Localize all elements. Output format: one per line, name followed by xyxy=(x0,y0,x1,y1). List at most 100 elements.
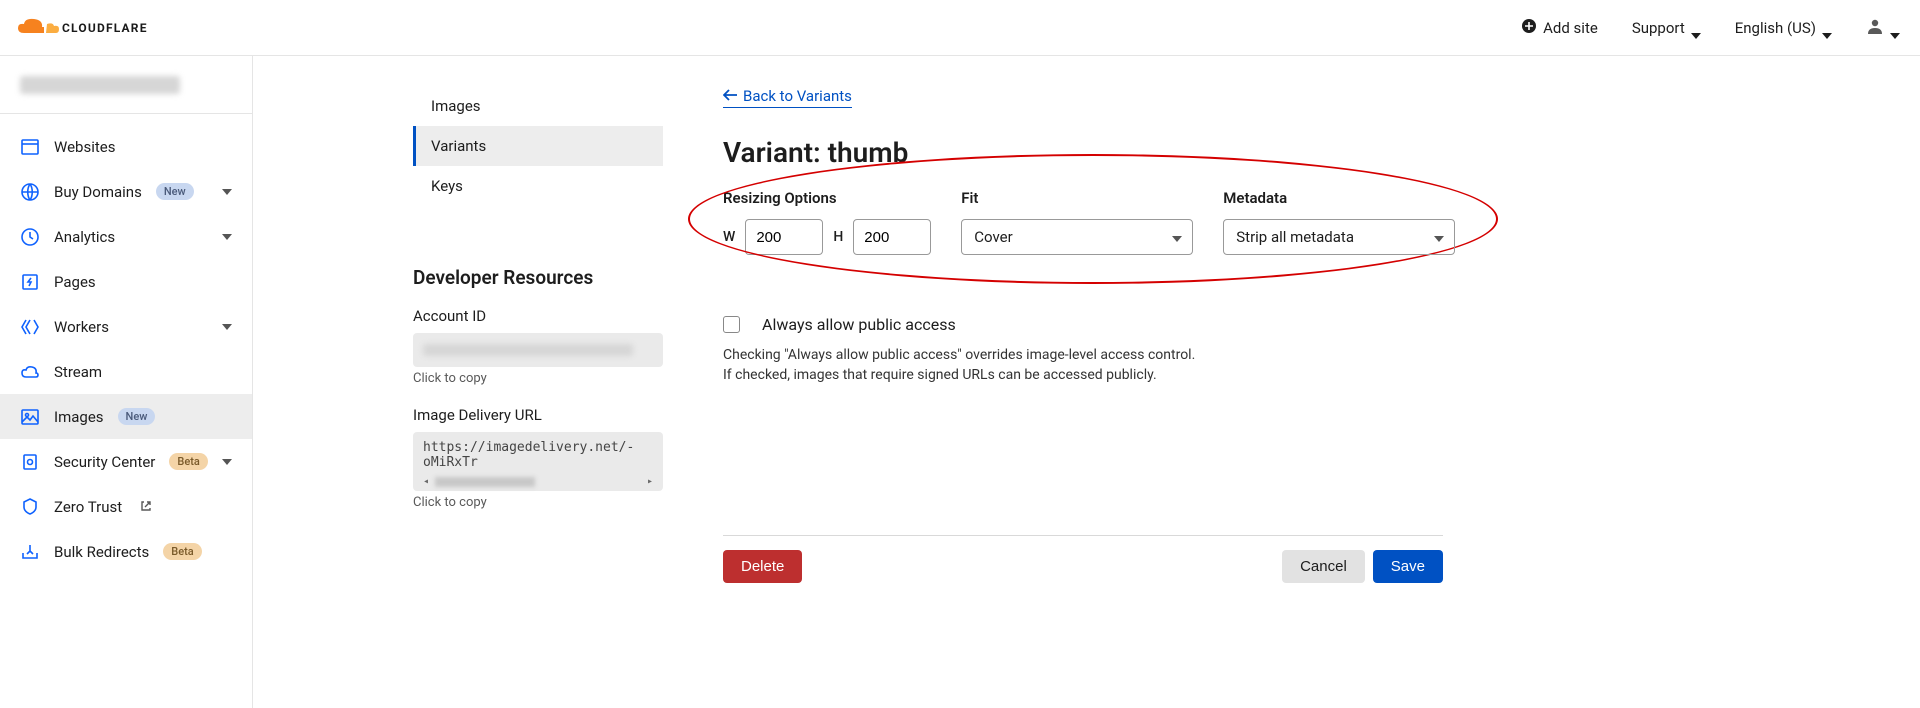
fit-select[interactable]: Cover xyxy=(961,219,1193,255)
url-redacted xyxy=(435,477,535,487)
delete-label: Delete xyxy=(741,558,784,575)
sidebar-item-images[interactable]: Images New xyxy=(0,394,252,439)
browser-icon xyxy=(20,137,40,157)
language-label: English (US) xyxy=(1735,19,1816,37)
user-icon xyxy=(1866,17,1884,39)
sidebar-item-zero-trust[interactable]: Zero Trust xyxy=(0,484,252,529)
scroll-left-icon: ◂ xyxy=(423,476,429,487)
metadata-select[interactable]: Strip all metadata xyxy=(1223,219,1455,255)
metadata-label: Metadata xyxy=(1223,189,1455,207)
cloudflare-cloud-icon xyxy=(16,17,60,39)
add-site-label: Add site xyxy=(1543,19,1598,37)
chevron-down-icon xyxy=(1172,228,1182,246)
cancel-button[interactable]: Cancel xyxy=(1282,550,1365,583)
topbar: CLOUDFLARE Add site Support English (US) xyxy=(0,0,1920,56)
image-delivery-url-text: https://imagedelivery.net/-oMiRxTr xyxy=(423,440,653,470)
back-to-variants-link[interactable]: Back to Variants xyxy=(723,87,852,108)
subnav-item-keys[interactable]: Keys xyxy=(413,166,663,206)
sidebar-item-label: Websites xyxy=(54,138,115,156)
cancel-label: Cancel xyxy=(1300,558,1347,575)
redirect-icon xyxy=(20,542,40,562)
sidebar: Websites Buy Domains New Analytics xyxy=(0,56,253,708)
sidebar-item-websites[interactable]: Websites xyxy=(0,124,252,169)
sidebar-item-label: Images xyxy=(54,408,104,426)
sidebar-item-workers[interactable]: Workers xyxy=(0,304,252,349)
bolt-icon xyxy=(20,272,40,292)
scroll-right-icon: ▸ xyxy=(647,476,653,487)
account-email-redacted xyxy=(20,76,180,94)
click-to-copy-hint: Click to copy xyxy=(413,495,663,510)
public-access-label: Always allow public access xyxy=(762,315,956,334)
chevron-down-icon xyxy=(1691,25,1701,31)
resizing-options-label: Resizing Options xyxy=(723,189,931,207)
workers-icon xyxy=(20,317,40,337)
sidebar-item-bulk-redirects[interactable]: Bulk Redirects Beta xyxy=(0,529,252,574)
arrow-left-icon xyxy=(723,87,737,105)
subnav-item-variants[interactable]: Variants xyxy=(413,126,663,166)
new-badge: New xyxy=(118,408,156,425)
shield-icon xyxy=(20,452,40,472)
sidebar-item-analytics[interactable]: Analytics xyxy=(0,214,252,259)
public-access-checkbox[interactable] xyxy=(723,316,740,333)
sidebar-item-security-center[interactable]: Security Center Beta xyxy=(0,439,252,484)
subnav-item-label: Keys xyxy=(431,177,463,195)
delete-button[interactable]: Delete xyxy=(723,550,802,583)
click-to-copy-hint: Click to copy xyxy=(413,371,663,386)
fit-select-value: Cover xyxy=(974,228,1012,246)
support-menu[interactable]: Support xyxy=(1632,19,1701,37)
beta-badge: Beta xyxy=(169,453,207,470)
sidebar-item-pages[interactable]: Pages xyxy=(0,259,252,304)
beta-badge: Beta xyxy=(163,543,201,560)
language-menu[interactable]: English (US) xyxy=(1735,19,1832,37)
dev-resources-heading: Developer Resources xyxy=(413,266,663,289)
account-id-redacted xyxy=(423,344,633,356)
sidebar-item-label: Pages xyxy=(54,273,96,291)
add-site-button[interactable]: Add site xyxy=(1521,18,1598,38)
chevron-down-icon xyxy=(222,234,232,240)
chevron-down-icon xyxy=(222,459,232,465)
image-delivery-url-label: Image Delivery URL xyxy=(413,406,663,424)
width-label: W xyxy=(723,229,735,245)
image-delivery-url-value[interactable]: https://imagedelivery.net/-oMiRxTr ◂ ▸ xyxy=(413,432,663,491)
user-menu[interactable] xyxy=(1866,17,1900,39)
subnav-item-label: Images xyxy=(431,97,481,115)
subnav-item-images[interactable]: Images xyxy=(413,86,663,126)
image-icon xyxy=(20,407,40,427)
subnav-item-label: Variants xyxy=(431,137,486,155)
sidebar-item-label: Workers xyxy=(54,318,109,336)
cloud-icon xyxy=(20,362,40,382)
account-id-label: Account ID xyxy=(413,307,663,325)
chevron-down-icon xyxy=(222,189,232,195)
divider xyxy=(723,535,1443,536)
brand-logo[interactable]: CLOUDFLARE xyxy=(16,17,148,39)
account-id-value[interactable] xyxy=(413,333,663,367)
sidebar-item-label: Zero Trust xyxy=(54,498,122,516)
save-label: Save xyxy=(1391,558,1425,575)
height-input[interactable] xyxy=(853,219,931,255)
globe-icon xyxy=(20,182,40,202)
public-access-help-2: If checked, images that require signed U… xyxy=(723,366,1920,386)
chevron-down-icon xyxy=(222,324,232,330)
sidebar-item-label: Analytics xyxy=(54,228,115,246)
fit-label: Fit xyxy=(961,189,1193,207)
sidebar-item-buy-domains[interactable]: Buy Domains New xyxy=(0,169,252,214)
brand-wordmark: CLOUDFLARE xyxy=(62,21,148,35)
plus-circle-icon xyxy=(1521,18,1537,38)
account-switcher[interactable] xyxy=(0,56,252,114)
subnav: Images Variants Keys xyxy=(413,86,663,206)
clock-icon xyxy=(20,227,40,247)
sidebar-item-label: Stream xyxy=(54,363,102,381)
new-badge: New xyxy=(156,183,194,200)
support-label: Support xyxy=(1632,19,1685,37)
sidebar-item-label: Buy Domains xyxy=(54,183,142,201)
width-input[interactable] xyxy=(745,219,823,255)
chevron-down-icon xyxy=(1890,25,1900,31)
save-button[interactable]: Save xyxy=(1373,550,1443,583)
sidebar-item-label: Bulk Redirects xyxy=(54,543,149,561)
public-access-help-1: Checking "Always allow public access" ov… xyxy=(723,346,1920,366)
metadata-select-value: Strip all metadata xyxy=(1236,228,1354,246)
sidebar-item-stream[interactable]: Stream xyxy=(0,349,252,394)
zerotrust-icon xyxy=(20,497,40,517)
external-link-icon xyxy=(140,498,152,516)
chevron-down-icon xyxy=(1822,25,1832,31)
